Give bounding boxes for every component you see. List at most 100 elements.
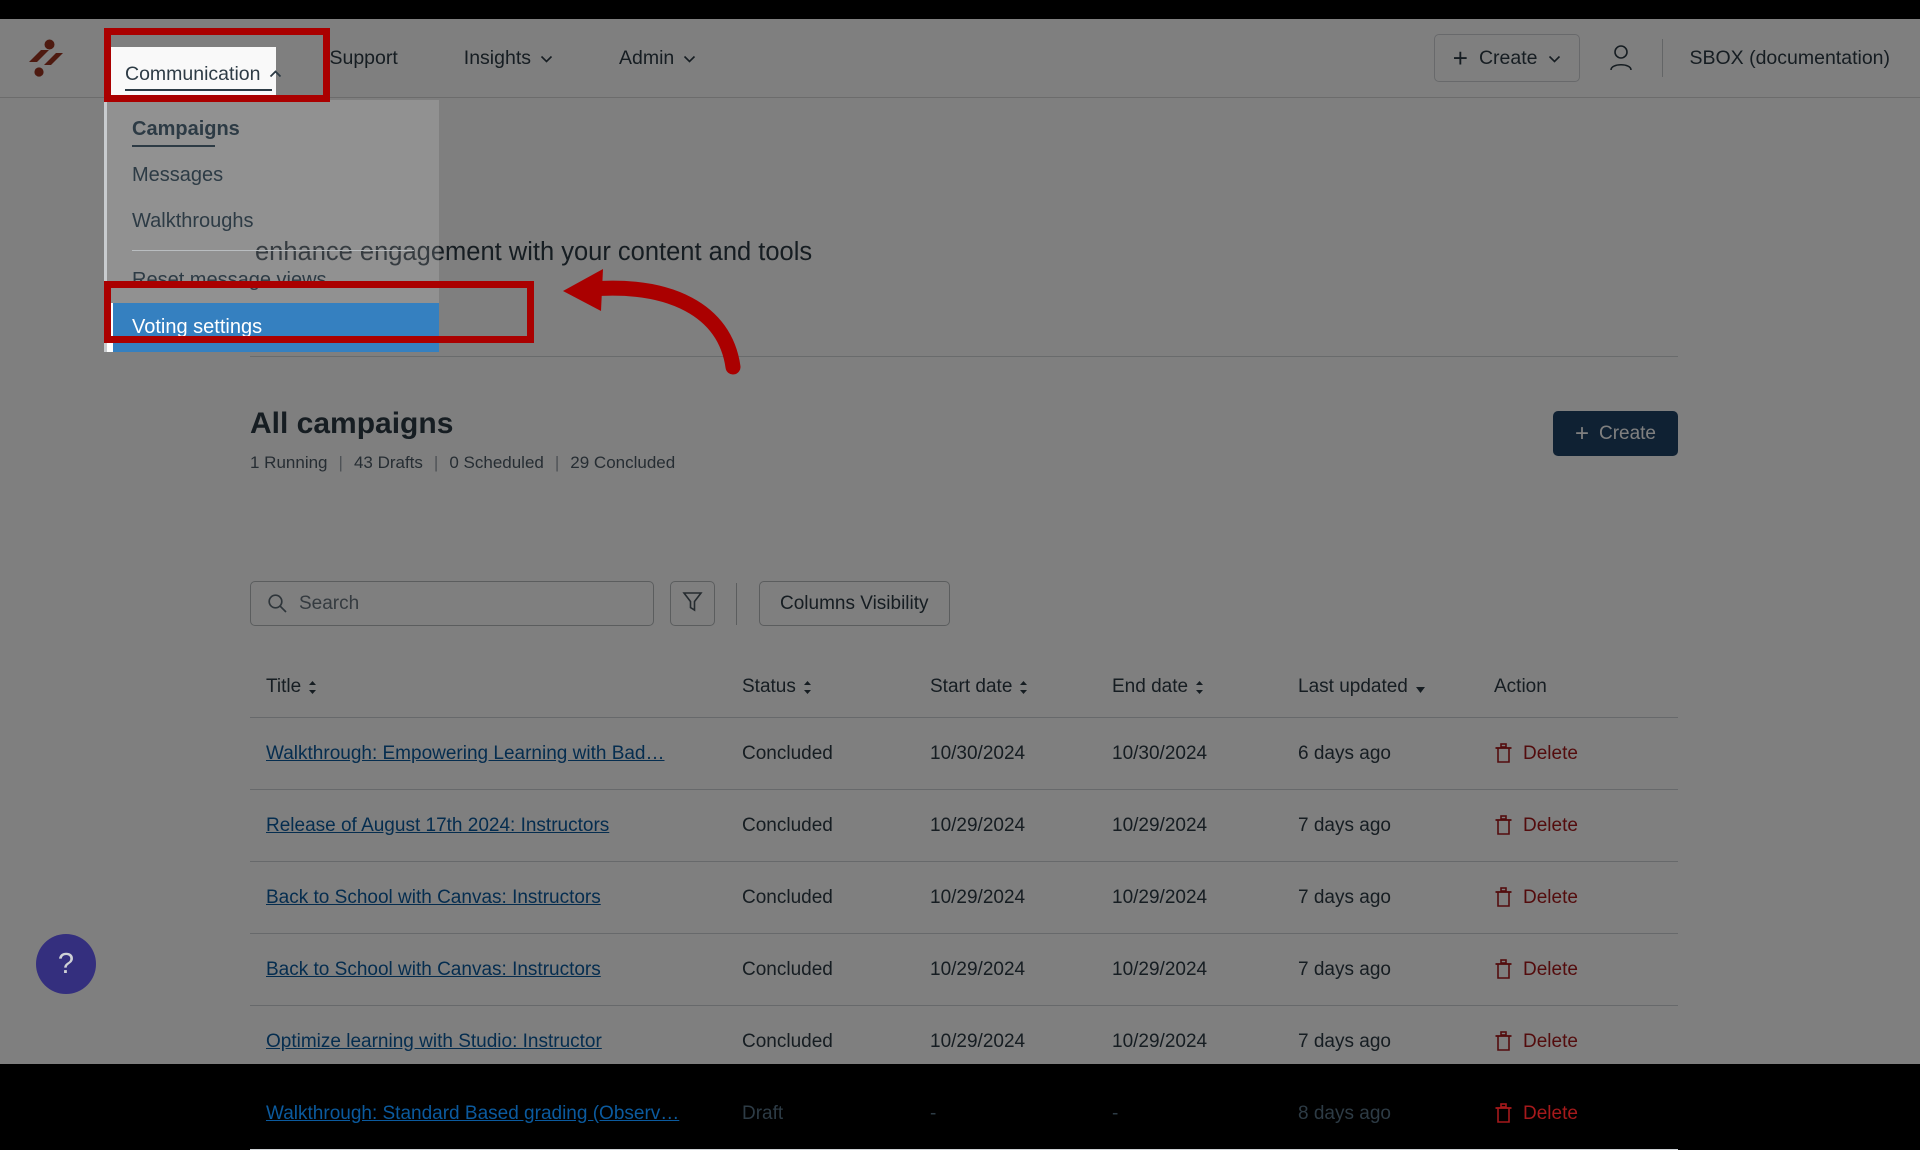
table-cell-title: Release of August 17th 2024: Instructors [250,815,742,837]
top-navigation-right-group: + Create SBOX (documentation) [1433,34,1890,82]
help-button[interactable]: ? [36,934,96,994]
sort-icon [308,679,317,694]
table-row: Back to School with Canvas: Instructors C… [250,862,1678,934]
column-header-title[interactable]: Title [250,676,742,698]
delete-button[interactable]: Delete [1494,1031,1662,1053]
campaign-status-counts: 1 Running | 43 Drafts | 0 Scheduled | 29… [250,453,675,473]
table-cell-action: Delete [1494,815,1662,837]
letterbox-top [0,0,1920,19]
trash-icon [1494,743,1513,764]
campaign-title-link[interactable]: Walkthrough: Standard Based grading (Obs… [266,1103,736,1125]
dropdown-item-campaigns[interactable]: Campaigns [107,106,439,152]
table-cell-last-updated: 7 days ago [1298,814,1391,836]
count-separator: | [554,453,560,472]
columns-visibility-button[interactable]: Columns Visibility [759,581,950,626]
count-separator: | [433,453,439,472]
table-cell-end-date: - [1112,1102,1119,1124]
dropdown-item-walkthroughs[interactable]: Walkthroughs [107,198,439,244]
create-button-topnav-label: Create [1478,46,1538,69]
table-toolbar: Columns Visibility [250,581,950,626]
delete-button[interactable]: Delete [1494,815,1662,837]
sort-icon [1195,679,1204,694]
column-header-last-updated-label: Last updated [1298,675,1408,697]
plus-icon: + [1574,419,1589,447]
table-row: Walkthrough: Empowering Learning with Ba… [250,718,1678,790]
communication-dropdown-menu: Campaigns Messages Walkthroughs Reset me… [104,100,439,352]
nav-item-admin[interactable]: Admin [605,19,710,98]
search-icon [267,593,288,614]
column-header-end-date-label: End date [1112,675,1189,697]
create-campaign-button[interactable]: + Create [1552,411,1678,456]
search-field-wrapper [250,581,654,626]
table-cell-action: Delete [1494,887,1662,909]
nav-item-communication-active[interactable]: Communication [104,47,282,102]
chevron-down-icon [1548,52,1561,65]
campaign-title-link[interactable]: Release of August 17th 2024: Instructors [266,815,736,837]
trash-icon [1494,815,1513,836]
table-cell-end-date: 10/29/2024 [1112,958,1208,980]
table-cell-end-date: 10/29/2024 [1112,1030,1208,1052]
dropdown-item-voting-settings[interactable]: Voting settings [107,303,439,352]
nav-item-insights-label: Insights [463,46,531,69]
column-header-last-updated[interactable]: Last updated [1298,676,1494,698]
column-header-action: Action [1494,676,1662,698]
section-header: All campaigns 1 Running | 43 Drafts | 0 … [250,407,1678,473]
campaign-title-link[interactable]: Back to School with Canvas: Instructors [266,887,736,909]
chevron-down-icon [540,52,553,65]
table-cell-status: Concluded [742,742,833,764]
table-cell-end-date: 10/30/2024 [1112,742,1208,764]
count-running: 1 Running [250,453,328,472]
create-button-topnav[interactable]: + Create [1433,34,1581,82]
table-cell-last-updated: 7 days ago [1298,958,1391,980]
column-header-start-date[interactable]: Start date [930,676,1112,698]
nav-item-support[interactable]: Support [315,19,411,98]
column-header-end-date[interactable]: End date [1112,676,1298,698]
delete-button[interactable]: Delete [1494,887,1662,909]
table-body: Walkthrough: Empowering Learning with Ba… [250,718,1678,1150]
table-cell-end-date: 10/29/2024 [1112,886,1208,908]
hero-divider [250,356,1678,357]
filter-button[interactable] [670,581,715,626]
nav-item-admin-label: Admin [619,46,675,69]
delete-button-label: Delete [1523,1102,1578,1124]
campaign-title-link[interactable]: Optimize learning with Studio: Instructo… [266,1031,736,1053]
nav-item-insights[interactable]: Insights [450,19,567,98]
filter-funnel-icon [682,590,703,618]
table-cell-start-date: 10/29/2024 [930,886,1026,908]
search-input[interactable] [250,581,654,626]
dropdown-item-messages[interactable]: Messages [107,152,439,198]
delete-button-label: Delete [1523,1030,1578,1052]
campaign-title-link[interactable]: Walkthrough: Empowering Learning with Ba… [266,743,736,765]
nav-item-communication-active-label: Communication [125,63,261,85]
delete-button-label: Delete [1523,886,1578,908]
delete-button[interactable]: Delete [1494,1103,1662,1125]
table-row: Back to School with Canvas: Instructors C… [250,934,1678,1006]
hero-subtitle: enhance engagement with your content and… [255,238,813,266]
table-cell-last-updated: 7 days ago [1298,886,1391,908]
page-title: All campaigns [250,407,454,440]
table-cell-status: Concluded [742,814,833,836]
table-cell-title: Back to School with Canvas: Instructors [250,887,742,909]
table-cell-start-date: 10/30/2024 [930,742,1026,764]
table-cell-status: Concluded [742,1030,833,1052]
table-cell-status: Concluded [742,958,833,980]
column-header-status[interactable]: Status [742,676,930,698]
nav-active-underline [125,89,272,91]
table-cell-last-updated: 6 days ago [1298,742,1391,764]
dropdown-item-reset-message-views[interactable]: Reset message views [107,257,439,303]
toolbar-divider [736,582,737,625]
campaign-title-link[interactable]: Back to School with Canvas: Instructors [266,959,736,981]
impact-logo-icon[interactable] [22,35,68,81]
columns-visibility-label: Columns Visibility [780,592,929,614]
delete-button-label: Delete [1523,958,1578,980]
dropdown-active-underline [132,145,215,147]
plus-icon: + [1452,43,1468,73]
count-drafts: 43 Drafts [353,453,423,472]
delete-button[interactable]: Delete [1494,959,1662,981]
dropdown-item-reset-message-views-label: Reset message views [132,268,327,291]
sort-desc-icon [1415,679,1425,694]
delete-button[interactable]: Delete [1494,743,1662,765]
user-account-icon[interactable] [1608,43,1634,73]
nav-divider [1662,39,1664,77]
table-cell-action: Delete [1494,743,1662,765]
